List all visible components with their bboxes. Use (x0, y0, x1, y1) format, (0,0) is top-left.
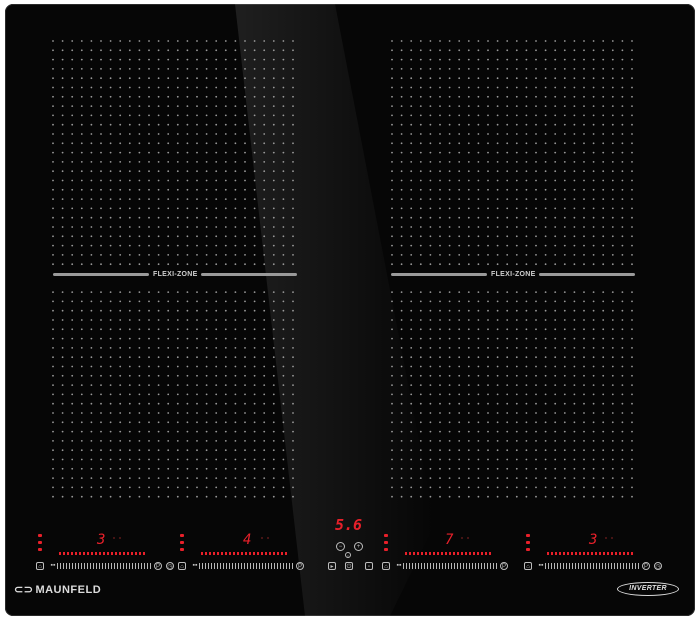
zone-3-slider[interactable] (403, 563, 499, 570)
right-flexi-divider-a (391, 273, 487, 276)
zone-4-boost-icon[interactable]: P (642, 562, 650, 570)
zone-3-indicator-b (384, 541, 388, 544)
zone-4-slider[interactable] (545, 563, 641, 570)
zone-2-slider[interactable] (199, 563, 295, 570)
zone-2-power-display: 4 (243, 532, 252, 548)
zone-4-timer-icon[interactable]: ◷ (654, 562, 662, 570)
timer-display: 5.6 (335, 516, 363, 534)
zone-1-indicator-a (38, 534, 42, 537)
induction-hob-surface: FLEXI-ZONE FLEXI-ZONE 3 ⌂ ▪▪ P ◷ 4 ⌂ ▪▪ … (5, 4, 695, 616)
zone-3-indicator-c (384, 548, 388, 551)
zone-2-pause-icon[interactable]: ▪▪ (191, 562, 199, 570)
zone-1-timer-icon[interactable]: ◷ (166, 562, 174, 570)
zone-4-dot-a (605, 537, 607, 539)
zone-4-indicator-a (526, 534, 530, 537)
left-flexi-divider-b (201, 273, 297, 276)
inverter-badge: INVERTER (617, 582, 679, 596)
zone-4-controls: 3 ⌂ ▪▪ P ◷ (523, 532, 673, 574)
timer-controls: 5.6 − + • ▸ ⏻ ▫ (323, 516, 383, 576)
zone-2-indicator-a (180, 534, 184, 537)
zone-3-power-display: 7 (445, 532, 454, 548)
timer-clock-icon: • (345, 552, 351, 558)
zone-1-dot-b (119, 537, 121, 539)
zone-1-boost-icon[interactable]: P (154, 562, 162, 570)
zone-1-controls: 3 ⌂ ▪▪ P ◷ (35, 532, 175, 574)
zone-4-slider-lit[interactable] (547, 552, 637, 556)
zone-4-lock-icon[interactable]: ⌂ (524, 562, 532, 570)
zone-3-dot-b (467, 537, 469, 539)
zone-4-pause-icon[interactable]: ▪▪ (537, 562, 545, 570)
zone-2-slider-lit[interactable] (201, 552, 291, 556)
timer-minus-icon[interactable]: − (336, 542, 345, 551)
right-flexi-zone-label: FLEXI-ZONE (491, 271, 536, 278)
zone-1-slider-lit[interactable] (59, 552, 149, 556)
zone-1-pause-icon[interactable]: ▪▪ (49, 562, 57, 570)
brand-logo: ⊂⊃ MAUNFELD (14, 583, 101, 596)
right-flexi-divider-b (539, 273, 635, 276)
zone-1-slider[interactable] (57, 563, 153, 570)
zone-2-dot-b (267, 537, 269, 539)
zone-3-dot-a (461, 537, 463, 539)
brand-name: MAUNFELD (35, 584, 102, 596)
zone-3-lock-icon[interactable]: ⌂ (382, 562, 390, 570)
zone-2-indicator-c (180, 548, 184, 551)
zone-1-power-display: 3 (97, 532, 106, 548)
zone-2-controls: 4 ⌂ ▪▪ P (177, 532, 317, 574)
zone-3-controls: 7 ⌂ ▪▪ P (381, 532, 521, 574)
timer-plus-icon[interactable]: + (354, 542, 363, 551)
zone-3-slider-lit[interactable] (405, 552, 495, 556)
child-lock-icon[interactable]: ▫ (365, 562, 373, 570)
play-pause-icon[interactable]: ▸ (328, 562, 336, 570)
zone-1-indicator-c (38, 548, 42, 551)
zone-1-indicator-b (38, 541, 42, 544)
left-flexi-divider-a (53, 273, 149, 276)
zone-3-boost-icon[interactable]: P (500, 562, 508, 570)
power-button-icon[interactable]: ⏻ (345, 562, 353, 570)
zone-2-dot-a (261, 537, 263, 539)
zone-4-indicator-b (526, 541, 530, 544)
maunfeld-logo-icon: ⊂⊃ (14, 584, 34, 596)
zone-4-indicator-c (526, 548, 530, 551)
zone-3-indicator-a (384, 534, 388, 537)
zone-2-boost-icon[interactable]: P (296, 562, 304, 570)
zone-1-lock-icon[interactable]: ⌂ (36, 562, 44, 570)
zone-2-lock-icon[interactable]: ⌂ (178, 562, 186, 570)
left-flexi-zone-label: FLEXI-ZONE (153, 271, 198, 278)
zone-3-pause-icon[interactable]: ▪▪ (395, 562, 403, 570)
zone-4-dot-b (611, 537, 613, 539)
zone-2-indicator-b (180, 541, 184, 544)
zone-4-power-display: 3 (589, 532, 598, 548)
zone-1-dot-a (113, 537, 115, 539)
